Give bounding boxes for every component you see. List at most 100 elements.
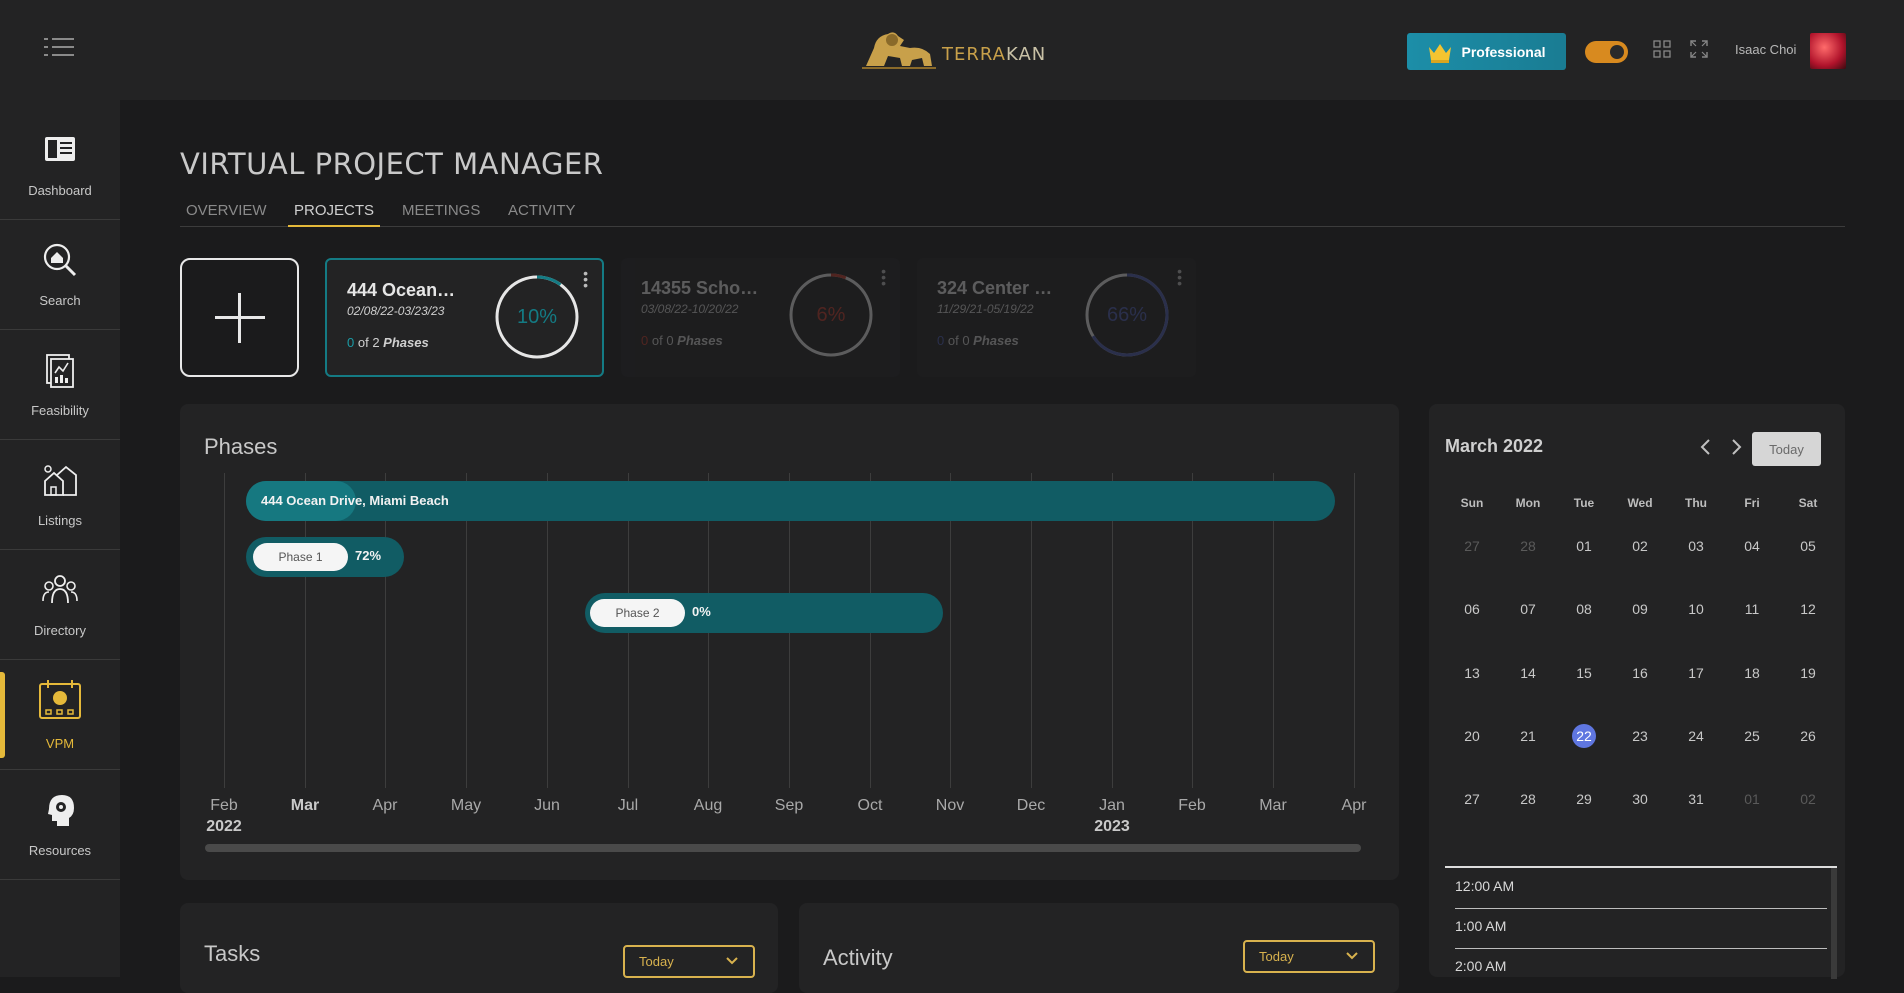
sidebar-item-listings[interactable]: Listings bbox=[0, 440, 120, 550]
calendar-day[interactable]: 21 bbox=[1516, 724, 1540, 748]
calendar-today-button[interactable]: Today bbox=[1752, 432, 1821, 466]
schedule-scrollbar[interactable] bbox=[1831, 868, 1837, 979]
phase-1-pill[interactable]: Phase 1 bbox=[253, 543, 348, 571]
project-phase-count: 0 of 2 Phases bbox=[347, 335, 429, 350]
calendar-day[interactable]: 19 bbox=[1796, 661, 1820, 685]
calendar-day[interactable]: 16 bbox=[1628, 661, 1652, 685]
calendar-day[interactable]: 14 bbox=[1516, 661, 1540, 685]
calendar-day[interactable]: 24 bbox=[1684, 724, 1708, 748]
calendar-weekday-label: Sat bbox=[1798, 496, 1818, 510]
chevron-left-icon[interactable] bbox=[1699, 438, 1713, 456]
brand-name: TERRAKAN bbox=[942, 43, 1047, 65]
more-options-icon[interactable]: • • • bbox=[583, 266, 588, 292]
calendar-day[interactable]: 23 bbox=[1628, 724, 1652, 748]
theme-toggle[interactable] bbox=[1585, 41, 1628, 63]
calendar-day[interactable]: 25 bbox=[1740, 724, 1764, 748]
logo[interactable]: TERRAKAN bbox=[860, 26, 1046, 70]
tasks-filter-value: Today bbox=[639, 954, 674, 969]
sidebar-item-label: Feasibility bbox=[31, 403, 89, 418]
phase-2-pill[interactable]: Phase 2 bbox=[590, 599, 685, 627]
calendar-day[interactable]: 07 bbox=[1516, 597, 1540, 621]
calendar-day[interactable]: 30 bbox=[1628, 787, 1652, 811]
project-progress-ring: 6% bbox=[789, 273, 873, 357]
calendar-day[interactable]: 09 bbox=[1628, 597, 1652, 621]
calendar-day[interactable]: 12 bbox=[1796, 597, 1820, 621]
project-card[interactable]: 324 Center S… 11/29/21-05/19/22 0 of 0 P… bbox=[917, 258, 1196, 377]
tasks-filter-dropdown[interactable]: Today bbox=[623, 945, 755, 978]
calendar-day[interactable]: 03 bbox=[1684, 534, 1708, 558]
add-project-button[interactable] bbox=[180, 258, 299, 377]
project-bar-label: 444 Ocean Drive, Miami Beach bbox=[261, 493, 449, 508]
calendar-day[interactable]: 13 bbox=[1460, 661, 1484, 685]
calendar-day[interactable]: 28 bbox=[1516, 787, 1540, 811]
calendar-day[interactable]: 27 bbox=[1460, 534, 1484, 558]
calendar-day[interactable]: 26 bbox=[1796, 724, 1820, 748]
calendar-day[interactable]: 18 bbox=[1740, 661, 1764, 685]
activity-title: Activity bbox=[823, 945, 893, 970]
calendar-day[interactable]: 04 bbox=[1740, 534, 1764, 558]
calendar-day[interactable]: 10 bbox=[1684, 597, 1708, 621]
menu-icon[interactable] bbox=[44, 36, 74, 60]
project-card[interactable]: 444 Ocean… 02/08/22-03/23/23 0 of 2 Phas… bbox=[325, 258, 604, 377]
calendar-day[interactable]: 27 bbox=[1460, 787, 1484, 811]
calendar-day[interactable]: 01 bbox=[1740, 787, 1764, 811]
sidebar-item-dashboard[interactable]: Dashboard bbox=[0, 110, 120, 220]
sidebar: Dashboard Search Feasibility Listings Di… bbox=[0, 100, 120, 977]
vpm-calendar-icon bbox=[39, 680, 81, 719]
fullscreen-icon[interactable] bbox=[1690, 40, 1708, 58]
timeline-month-label: Dec bbox=[1016, 797, 1046, 814]
timeline-month-label: Apr bbox=[1341, 797, 1367, 814]
activity-filter-dropdown[interactable]: Today bbox=[1243, 940, 1375, 973]
calendar-day[interactable]: 17 bbox=[1684, 661, 1708, 685]
grid-view-icon[interactable] bbox=[1653, 40, 1671, 58]
project-phase-count: 0 of 0 Phases bbox=[937, 333, 1019, 348]
day-schedule[interactable]: 12:00 AM 1:00 AM 2:00 AM bbox=[1445, 866, 1837, 979]
sidebar-item-search[interactable]: Search bbox=[0, 220, 120, 330]
calendar-day[interactable]: 01 bbox=[1572, 534, 1596, 558]
calendar-day[interactable]: 05 bbox=[1796, 534, 1820, 558]
sidebar-item-label: Directory bbox=[33, 623, 86, 638]
tasks-panel: Tasks Today bbox=[180, 903, 778, 993]
houses-icon bbox=[44, 465, 77, 496]
tab-bar: OVERVIEW PROJECTS MEETINGS ACTIVITY bbox=[180, 202, 1845, 227]
page-title: VIRTUAL PROJECT MANAGER bbox=[180, 147, 604, 181]
sidebar-item-vpm[interactable]: VPM bbox=[0, 660, 120, 770]
tab-meetings[interactable]: MEETINGS bbox=[396, 202, 486, 227]
calendar-day[interactable]: 02 bbox=[1628, 534, 1652, 558]
ring-percent-label: 66% bbox=[1107, 304, 1147, 326]
calendar-day[interactable]: 31 bbox=[1684, 787, 1708, 811]
timeline-month-label: Apr bbox=[372, 797, 398, 814]
time-divider bbox=[1455, 948, 1827, 949]
chevron-right-icon[interactable] bbox=[1729, 438, 1743, 456]
timeline-year-label: 2022 bbox=[206, 818, 242, 835]
more-options-icon[interactable]: • • • bbox=[1177, 264, 1182, 290]
calendar-day[interactable]: 11 bbox=[1740, 597, 1764, 621]
calendar-day[interactable]: 22 bbox=[1572, 724, 1596, 748]
sidebar-item-feasibility[interactable]: Feasibility bbox=[0, 330, 120, 440]
calendar-day[interactable]: 29 bbox=[1572, 787, 1596, 811]
professional-plan-button[interactable]: Professional bbox=[1407, 33, 1566, 70]
more-options-icon[interactable]: • • • bbox=[881, 264, 886, 290]
tab-projects[interactable]: PROJECTS bbox=[288, 202, 381, 227]
sidebar-item-resources[interactable]: Resources bbox=[0, 770, 120, 880]
calendar-day[interactable]: 28 bbox=[1516, 534, 1540, 558]
timeline-month-label: Aug bbox=[693, 797, 723, 814]
calendar-weekday-label: Mon bbox=[1515, 496, 1541, 510]
sidebar-item-label: Resources bbox=[28, 843, 92, 858]
avatar[interactable] bbox=[1810, 33, 1846, 69]
calendar-day[interactable]: 15 bbox=[1572, 661, 1596, 685]
lion-logo-icon bbox=[862, 32, 936, 69]
calendar-weekday-label: Sun bbox=[1460, 496, 1484, 510]
timeline-gridline bbox=[224, 473, 225, 788]
calendar-day[interactable]: 02 bbox=[1796, 787, 1820, 811]
calendar-day[interactable]: 20 bbox=[1460, 724, 1484, 748]
calendar-day[interactable]: 08 bbox=[1572, 597, 1596, 621]
project-card[interactable]: 14355 Schoo… 03/08/22-10/20/22 0 of 0 Ph… bbox=[621, 258, 900, 377]
tab-activity[interactable]: ACTIVITY bbox=[502, 202, 582, 227]
time-slot-label: 1:00 AM bbox=[1455, 918, 1507, 934]
tab-overview[interactable]: OVERVIEW bbox=[180, 202, 273, 227]
user-name[interactable]: Isaac Choi bbox=[1735, 42, 1796, 57]
calendar-day[interactable]: 06 bbox=[1460, 597, 1484, 621]
sidebar-item-directory[interactable]: Directory bbox=[0, 550, 120, 660]
timeline-scrollbar[interactable] bbox=[205, 844, 1361, 852]
